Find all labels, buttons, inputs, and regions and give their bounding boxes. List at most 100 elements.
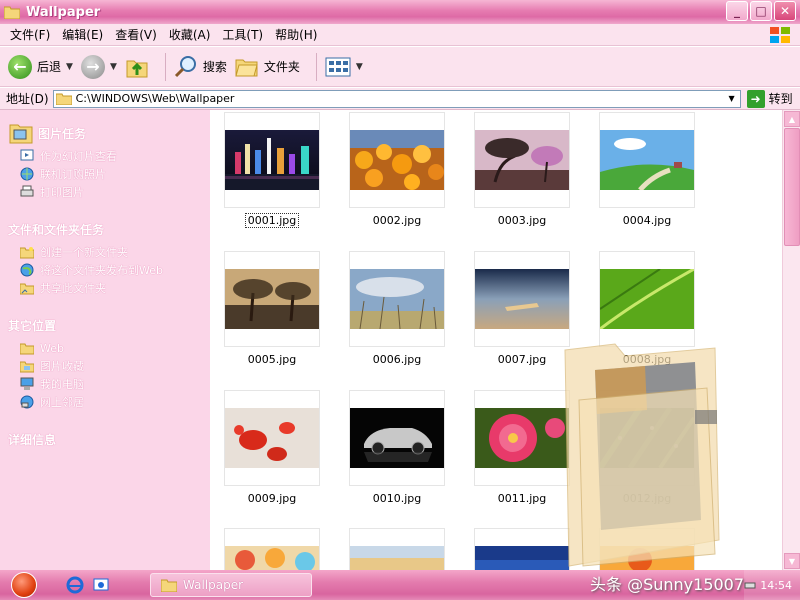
file-view: 0001.jpg 0002.jpg 0003.jpg 0004.jpg 0005…: [210, 110, 782, 570]
task-item-label: 网上邻居: [40, 396, 84, 409]
file-name: 0009.jpg: [247, 492, 297, 505]
search-button[interactable]: 搜索: [174, 55, 227, 79]
globe-icon: [20, 263, 34, 277]
forward-dropdown-icon[interactable]: ▼: [110, 62, 117, 72]
task-section-header[interactable]: 详细信息: [8, 426, 202, 452]
address-path: C:\WINDOWS\Web\Wallpaper: [75, 92, 235, 105]
task-publish-web[interactable]: 将这个文件夹发布到Web: [20, 262, 202, 278]
taskbar-window-label: Wallpaper: [183, 578, 244, 592]
thumbnail-frame: [224, 251, 320, 347]
file-thumbnail[interactable]: 0002.jpg: [349, 112, 445, 227]
file-thumbnail[interactable]: [349, 528, 445, 570]
image-orange-flowers: [350, 130, 444, 190]
internet-explorer-icon[interactable]: [66, 576, 84, 594]
place-network[interactable]: 网上邻居: [20, 394, 202, 410]
image-red-crabs: [225, 408, 319, 468]
menu-tools[interactable]: 工具(T): [216, 26, 269, 43]
forward-button[interactable]: → ▼: [80, 54, 117, 79]
image-pink-flower: [475, 408, 569, 468]
folder-icon: [4, 6, 20, 19]
maximize-button[interactable]: □: [750, 1, 772, 21]
scroll-thumb[interactable]: [784, 128, 800, 246]
thumbnail-frame: [599, 390, 695, 486]
computer-icon: [20, 377, 34, 390]
file-name: 0002.jpg: [372, 214, 422, 227]
thumbnail-frame: [474, 251, 570, 347]
scroll-down-icon[interactable]: ▼: [784, 553, 800, 569]
vertical-scrollbar[interactable]: ▲ ▼: [782, 110, 800, 570]
file-thumbnail[interactable]: 0012.jpg: [599, 390, 695, 505]
menu-help[interactable]: 帮助(H): [269, 26, 323, 43]
task-item-label: 作为幻灯片查看: [40, 150, 117, 163]
folders-button[interactable]: 文件夹: [235, 56, 300, 78]
menu-favorites[interactable]: 收藏(A): [163, 26, 217, 43]
place-my-pictures[interactable]: 图片收藏: [20, 358, 202, 374]
task-section-title: 其它位置: [8, 318, 57, 333]
start-orb-icon: [11, 572, 37, 598]
task-order-prints[interactable]: 联机订购照片: [20, 166, 202, 182]
minimize-button[interactable]: _: [726, 1, 748, 21]
file-thumbnail[interactable]: 0003.jpg: [474, 112, 570, 227]
task-item-label: 创建一个新文件夹: [40, 246, 128, 259]
views-dropdown-icon[interactable]: ▼: [356, 62, 363, 72]
file-thumbnail[interactable]: 0010.jpg: [349, 390, 445, 505]
file-thumbnail[interactable]: 0009.jpg: [224, 390, 320, 505]
file-thumbnail[interactable]: 0011.jpg: [474, 390, 570, 505]
pictures-folder-icon: [9, 124, 33, 144]
toolbar-separator: [315, 52, 317, 81]
up-button[interactable]: [125, 55, 149, 79]
file-thumbnail[interactable]: 0001.jpg: [224, 112, 320, 228]
image-partial-orange: [600, 546, 694, 570]
task-share-folder[interactable]: 共享此文件夹: [20, 280, 202, 296]
thumbnail-frame: [599, 528, 695, 570]
file-thumbnail[interactable]: 0006.jpg: [349, 251, 445, 366]
task-item-label: 我的电脑: [40, 378, 84, 391]
share-folder-icon: [20, 283, 34, 295]
back-button[interactable]: ← 后退 ▼: [8, 54, 73, 79]
back-dropdown-icon[interactable]: ▼: [66, 62, 73, 72]
address-input[interactable]: C:\WINDOWS\Web\Wallpaper ▼: [52, 89, 741, 108]
file-thumbnail[interactable]: [224, 528, 320, 570]
image-grass-sky: [350, 269, 444, 329]
show-desktop-icon[interactable]: [92, 576, 110, 594]
thumbnail-frame: [349, 112, 445, 208]
clock[interactable]: 14:54: [760, 579, 792, 592]
printer-tray-icon[interactable]: [744, 580, 756, 590]
file-thumbnail[interactable]: 0004.jpg: [599, 112, 695, 227]
file-thumbnail[interactable]: 0005.jpg: [224, 251, 320, 366]
go-button[interactable]: ➜ 转到: [746, 89, 793, 108]
file-name: 0001.jpg: [244, 213, 300, 228]
menu-view[interactable]: 查看(V): [109, 26, 163, 43]
task-slideshow[interactable]: 作为幻灯片查看: [20, 148, 202, 164]
file-thumbnail[interactable]: [599, 528, 695, 570]
close-button[interactable]: ✕: [774, 1, 796, 21]
file-thumbnail[interactable]: 0008.jpg: [599, 251, 695, 366]
menu-file[interactable]: 文件(F): [4, 26, 56, 43]
task-section-header[interactable]: 其它位置: [8, 312, 202, 338]
taskbar-window-button[interactable]: Wallpaper: [150, 573, 312, 597]
task-item-label: 共享此文件夹: [40, 282, 106, 295]
views-button[interactable]: ▼: [325, 57, 363, 77]
thumbnail-frame: [474, 112, 570, 208]
image-partial-wheat: [350, 546, 444, 570]
start-button[interactable]: [0, 570, 48, 600]
task-print-pictures[interactable]: 打印图片: [20, 184, 202, 200]
task-section-header[interactable]: 图片任务: [8, 120, 202, 146]
address-dropdown-icon[interactable]: ▼: [725, 92, 739, 106]
globe-photo-icon: [20, 167, 34, 181]
windows-logo-icon: [770, 27, 790, 43]
task-item-label: Web: [40, 341, 64, 355]
thumbnail-frame: [349, 528, 445, 570]
task-section-header[interactable]: 文件和文件夹任务: [8, 216, 202, 242]
place-web[interactable]: Web: [20, 340, 202, 356]
folder-icon: [20, 343, 34, 355]
thumbnail-frame: [599, 251, 695, 347]
place-my-computer[interactable]: 我的电脑: [20, 376, 202, 392]
menu-edit[interactable]: 编辑(E): [56, 26, 109, 43]
scroll-up-icon[interactable]: ▲: [784, 111, 800, 127]
task-section-details: 详细信息: [8, 426, 202, 452]
file-thumbnail[interactable]: [474, 528, 570, 570]
file-thumbnail[interactable]: 0007.jpg: [474, 251, 570, 366]
window-title: Wallpaper: [26, 4, 101, 20]
task-new-folder[interactable]: 创建一个新文件夹: [20, 244, 202, 260]
